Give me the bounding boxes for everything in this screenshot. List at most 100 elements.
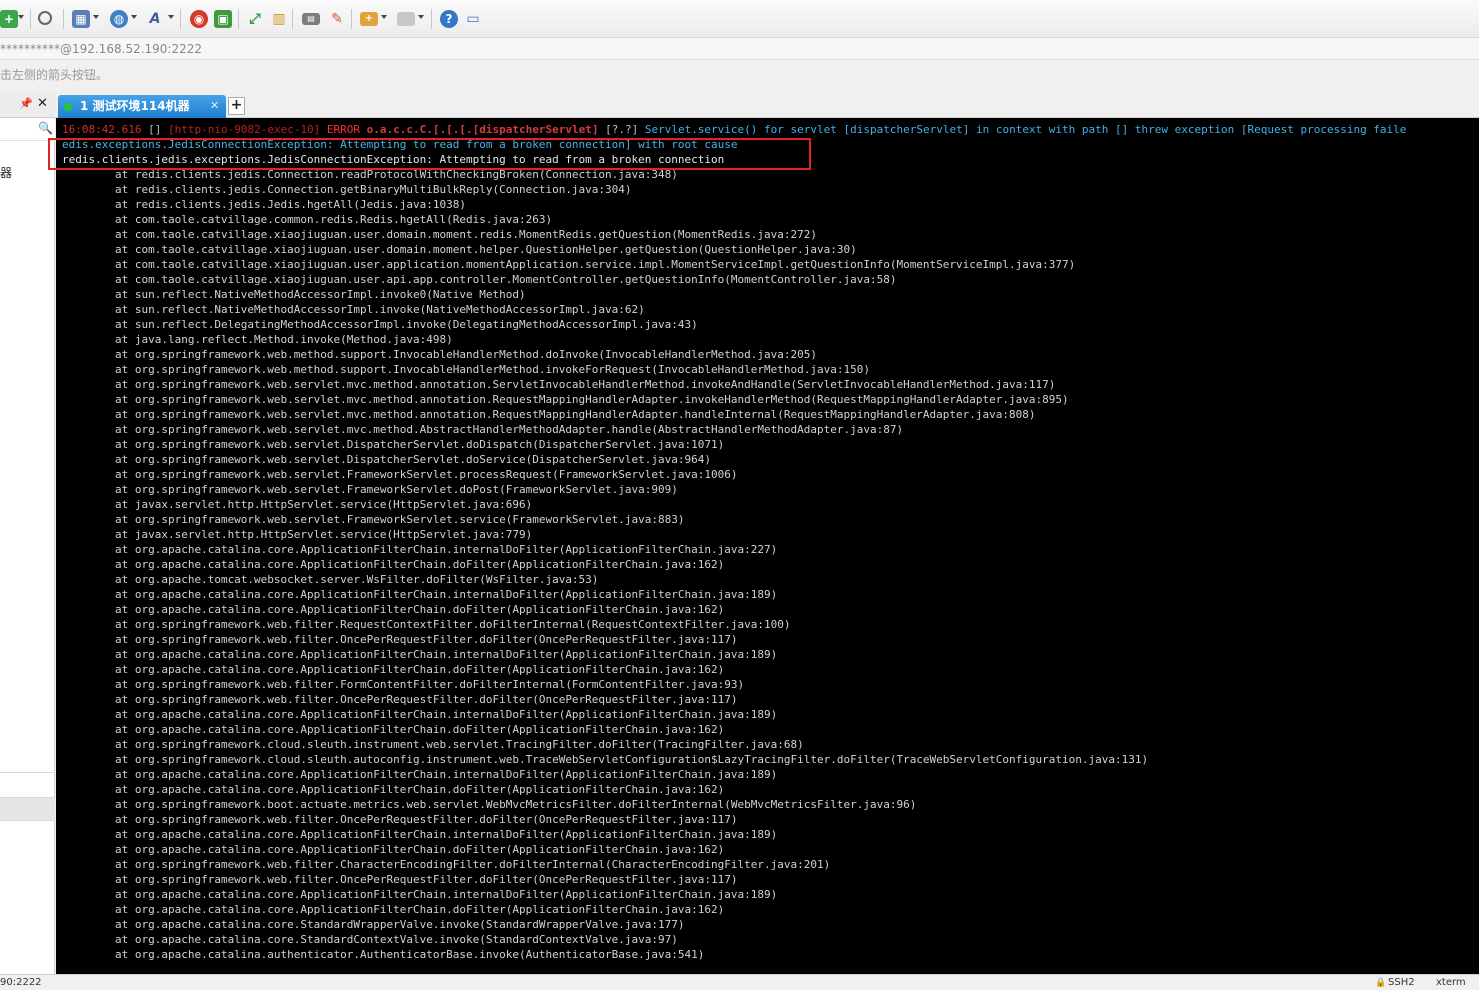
stack-trace-line: at javax.servlet.http.HttpServlet.servic… — [62, 528, 533, 541]
stack-trace-line: at com.taole.catvillage.xiaojiuguan.user… — [62, 243, 857, 256]
help-icon[interactable]: ? — [440, 10, 458, 28]
address-bar[interactable]: **********@192.168.52.190:2222 — [0, 38, 1479, 60]
stack-trace-line: at org.springframework.web.method.suppor… — [62, 348, 817, 361]
stack-trace-line: at org.apache.catalina.authenticator.Aut… — [62, 948, 705, 961]
session-search-input[interactable]: 🔍 — [0, 119, 55, 141]
close-icon[interactable]: ✕ — [37, 96, 48, 111]
log-cause-line: edis.exceptions.JedisConnectionException… — [62, 138, 738, 151]
stack-trace-line: at org.apache.catalina.core.ApplicationF… — [62, 828, 778, 841]
new-session-dropdown-arrow[interactable] — [18, 15, 24, 19]
toolbar-separator — [180, 9, 181, 29]
stack-trace-line: at org.springframework.web.servlet.Dispa… — [62, 438, 725, 451]
session-manager-panel: 📌 ✕ 🔍 器 — [0, 92, 55, 974]
stack-trace-line: at org.springframework.web.filter.OncePe… — [62, 813, 738, 826]
session-panel-header: 📌 ✕ — [0, 92, 55, 118]
log-code: [?.?] — [598, 123, 645, 136]
stack-trace-line: at org.springframework.web.filter.OncePe… — [62, 693, 738, 706]
font-icon[interactable]: A — [146, 10, 164, 28]
session-tab-bar: 1 测试环境114机器 ✕ + — [56, 92, 1479, 118]
globe-dropdown-arrow[interactable] — [131, 15, 137, 19]
log-level: ERROR — [320, 123, 367, 136]
layout-dropdown-arrow[interactable] — [93, 15, 99, 19]
stack-trace-line: at sun.reflect.NativeMethodAccessorImpl.… — [62, 288, 526, 301]
log-bracket: [] — [141, 123, 168, 136]
stack-trace-line: at org.springframework.web.servlet.Frame… — [62, 468, 738, 481]
stack-trace-line: at org.apache.catalina.core.StandardCont… — [62, 933, 678, 946]
hint-text: 击左侧的箭头按钮。 — [0, 68, 109, 82]
properties-header — [0, 797, 55, 821]
log-logger: o.a.c.c.C.[.[.[.[dispatcherServlet] — [366, 123, 599, 136]
stack-trace-line: at org.springframework.web.servlet.mvc.m… — [62, 378, 1056, 391]
stack-trace-line: at org.springframework.web.filter.FormCo… — [62, 678, 745, 691]
search-icon[interactable]: 🔍 — [38, 121, 53, 135]
stack-trace-line: at org.springframework.web.filter.OncePe… — [62, 633, 738, 646]
chat-icon[interactable]: ▭ — [464, 10, 482, 28]
window-icon[interactable] — [397, 12, 415, 26]
globe-icon[interactable]: ◍ — [110, 10, 128, 28]
tab-session-1[interactable]: 1 测试环境114机器 ✕ — [58, 95, 226, 118]
toolbar-separator — [431, 9, 432, 29]
stack-trace-line: at org.springframework.web.servlet.Dispa… — [62, 453, 712, 466]
terminal-output[interactable]: 16:08:42.616 [] [http-nio-9082-exec-10] … — [56, 118, 1479, 974]
connection-status-icon — [64, 103, 72, 111]
stack-trace-line: at org.springframework.web.method.suppor… — [62, 363, 870, 376]
stack-trace: at redis.clients.jedis.Connection.readPr… — [62, 167, 1479, 962]
stack-trace-line: at com.taole.catvillage.common.redis.Red… — [62, 213, 553, 226]
xftp-icon[interactable]: ▣ — [214, 10, 232, 28]
stack-trace-line: at org.apache.catalina.core.ApplicationF… — [62, 723, 725, 736]
stack-trace-line: at org.apache.catalina.core.ApplicationF… — [62, 783, 725, 796]
toolbar-separator — [30, 9, 31, 29]
stack-trace-line: at org.apache.catalina.core.ApplicationF… — [62, 558, 725, 571]
session-tree-item[interactable]: 器 — [0, 164, 12, 181]
xshell-icon[interactable]: ◉ — [190, 10, 208, 28]
stack-trace-line: at org.apache.catalina.core.ApplicationF… — [62, 543, 778, 556]
stack-trace-line: at org.apache.catalina.core.ApplicationF… — [62, 708, 778, 721]
new-session-icon[interactable]: + — [0, 10, 18, 28]
layout-icon[interactable]: ▦ — [72, 10, 90, 28]
tab-label: 1 测试环境114机器 — [80, 99, 190, 113]
stack-trace-line: at org.springframework.web.servlet.Frame… — [62, 483, 678, 496]
fullscreen-icon[interactable]: ⤢ — [246, 10, 264, 28]
stack-trace-line: at org.springframework.web.filter.Charac… — [62, 858, 831, 871]
stack-trace-line: at com.taole.catvillage.xiaojiuguan.user… — [62, 258, 1076, 271]
add-tab-button[interactable]: + — [228, 97, 245, 115]
search-icon[interactable] — [38, 11, 52, 25]
highlighter-icon[interactable]: ✎ — [328, 10, 346, 28]
pin-icon[interactable]: 📌 — [19, 97, 33, 110]
main-toolbar: + ▦ ◍ A ◉ ▣ ⤢ ▥ ▤ ✎ + ? ▭ — [0, 0, 1479, 38]
address-value: **********@192.168.52.190:2222 — [0, 42, 203, 56]
stack-trace-line: at org.springframework.web.servlet.mvc.m… — [62, 408, 1036, 421]
keyboard-icon[interactable]: ▤ — [302, 13, 320, 25]
hint-bar: 击左侧的箭头按钮。 — [0, 60, 1479, 92]
stack-trace-line: at org.apache.catalina.core.ApplicationF… — [62, 648, 778, 661]
stack-trace-line: at org.apache.catalina.core.ApplicationF… — [62, 603, 725, 616]
tab-close-icon[interactable]: ✕ — [210, 95, 219, 117]
stack-trace-line: at com.taole.catvillage.xiaojiuguan.user… — [62, 228, 817, 241]
stack-trace-line: at redis.clients.jedis.Connection.getBin… — [62, 183, 632, 196]
stack-trace-line: at org.apache.catalina.core.ApplicationF… — [62, 888, 778, 901]
stack-trace-line: at org.springframework.web.servlet.Frame… — [62, 513, 685, 526]
stack-trace-line: at org.springframework.web.servlet.mvc.m… — [62, 423, 904, 436]
stack-trace-line: at org.apache.catalina.core.ApplicationF… — [62, 768, 778, 781]
stack-trace-line: at org.springframework.web.filter.OncePe… — [62, 873, 738, 886]
stack-trace-line: at org.apache.tomcat.websocket.server.Ws… — [62, 573, 599, 586]
stack-trace-line: at org.apache.catalina.core.StandardWrap… — [62, 918, 685, 931]
stack-trace-line: at org.springframework.boot.actuate.metr… — [62, 798, 917, 811]
stack-trace-line: at javax.servlet.http.HttpServlet.servic… — [62, 498, 533, 511]
stack-trace-line: at org.springframework.cloud.sleuth.inst… — [62, 738, 804, 751]
window-dropdown-arrow[interactable] — [418, 15, 424, 19]
font-dropdown-arrow[interactable] — [168, 15, 174, 19]
panel-divider — [0, 772, 55, 773]
toolbar-separator — [351, 9, 352, 29]
lock-icon[interactable]: ▥ — [270, 10, 288, 28]
stack-trace-line: at redis.clients.jedis.Connection.readPr… — [62, 168, 678, 181]
log-message: Servlet.service() for servlet [dispatche… — [644, 123, 1407, 136]
add-folder-icon[interactable]: + — [360, 12, 378, 26]
stack-trace-line: at org.apache.catalina.core.ApplicationF… — [62, 663, 725, 676]
stack-trace-line: at org.apache.catalina.core.ApplicationF… — [62, 903, 725, 916]
stack-trace-line: at com.taole.catvillage.xiaojiuguan.user… — [62, 273, 897, 286]
log-thread: [http-nio-9082-exec-10] — [167, 123, 321, 136]
add-folder-dropdown-arrow[interactable] — [381, 15, 387, 19]
log-timestamp: 16:08:42.616 — [62, 123, 142, 136]
stack-trace-line: at org.springframework.cloud.sleuth.auto… — [62, 753, 1149, 766]
